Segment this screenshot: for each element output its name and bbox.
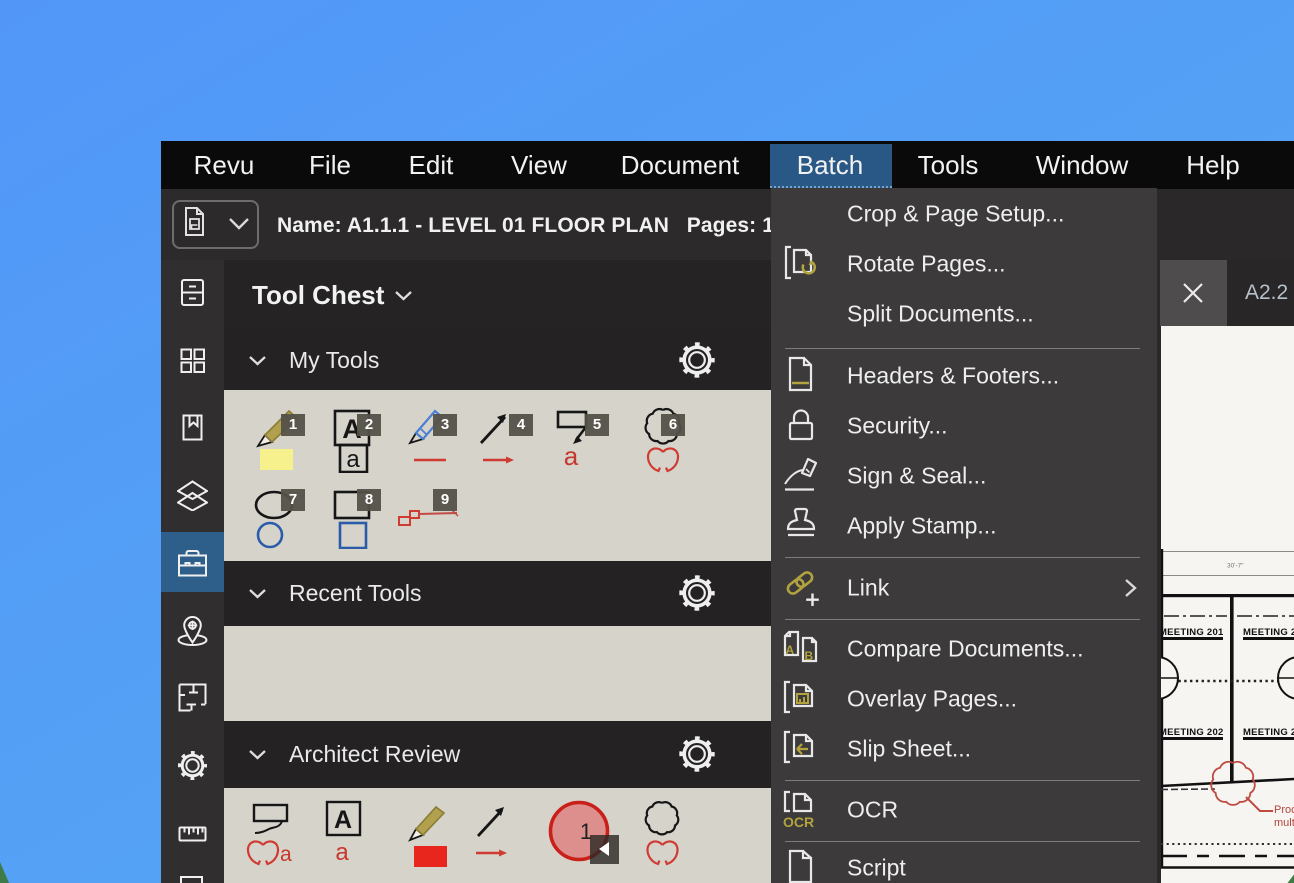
svg-text:A: A: [786, 643, 795, 657]
svg-text:MEETING 201: MEETING 201: [1161, 627, 1224, 638]
svg-text:Proc: Proc: [1274, 804, 1294, 816]
svg-text:MEETING 202: MEETING 202: [1161, 727, 1224, 738]
svg-text:30'-7": 30'-7": [1227, 563, 1244, 570]
svg-text:mult: mult: [1274, 817, 1294, 829]
svg-text:A: A: [334, 806, 352, 834]
svg-text:a: a: [564, 441, 579, 471]
svg-text:OCR: OCR: [783, 814, 814, 830]
svg-text:B: B: [805, 649, 814, 663]
svg-text:a: a: [280, 843, 292, 866]
svg-text:a: a: [346, 446, 360, 473]
svg-text:MEETING 2: MEETING 2: [1243, 727, 1294, 738]
svg-text:MEETING 2: MEETING 2: [1243, 627, 1294, 638]
svg-text:a: a: [335, 839, 349, 866]
